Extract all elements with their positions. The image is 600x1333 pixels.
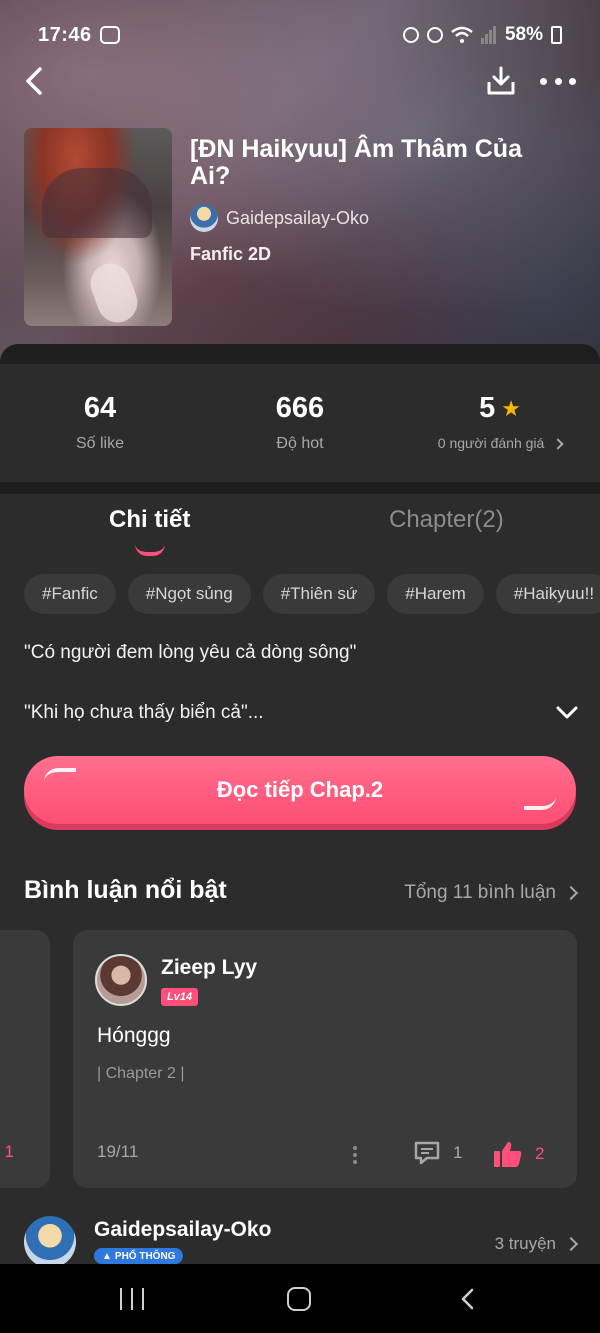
story-author[interactable]: Gaidepsailay-Oko xyxy=(190,204,369,232)
comments-title: Bình luận nổi bật xyxy=(24,876,227,904)
stat-likes: 64 Số like xyxy=(0,364,200,482)
back-icon[interactable] xyxy=(20,64,50,98)
stats-row: 64 Số like 666 Độ hot 5 ★ 0 người đánh g… xyxy=(0,364,600,482)
like-count: 1 xyxy=(4,1142,14,1161)
button-shine xyxy=(44,768,76,782)
home-icon[interactable] xyxy=(287,1287,311,1311)
tag-chip[interactable]: #Harem xyxy=(387,574,484,614)
download-icon[interactable] xyxy=(484,64,518,98)
system-nav-bar xyxy=(0,1264,600,1333)
thumbs-up-icon xyxy=(494,1142,522,1167)
tag-chip[interactable]: #Ngọt sủng xyxy=(127,574,251,614)
comment-text: Hónggg xyxy=(97,1024,171,1047)
notification-icon xyxy=(99,26,120,44)
stat-value: 5 xyxy=(479,392,496,424)
continue-reading-button[interactable]: Đọc tiếp Chap.2 xyxy=(24,756,576,824)
details-panel: Chi tiết Chapter(2) #Fanfic #Ngọt sủng #… xyxy=(0,494,600,1284)
wifi-icon xyxy=(451,26,473,43)
story-cover xyxy=(24,128,172,326)
tag-chip[interactable]: #Haikyuu!! xyxy=(495,574,600,614)
comment-card-previous[interactable]: 1 xyxy=(0,930,50,1188)
author-stories-link[interactable]: 3 truyện xyxy=(494,1234,579,1254)
sync-icon xyxy=(402,27,419,43)
status-time: 17:46 xyxy=(38,23,92,46)
author-name: Gaidepsailay-Oko xyxy=(226,207,370,228)
button-shine xyxy=(524,796,556,810)
alarm-icon xyxy=(426,27,443,43)
battery-percent: 58% xyxy=(504,24,543,45)
like-count: 2 xyxy=(535,1144,545,1163)
tag-chip[interactable]: #Thiên sứ xyxy=(262,574,376,614)
author-row-name: Gaidepsailay-Oko xyxy=(94,1218,272,1241)
comment-date: 19/11 xyxy=(97,1142,139,1161)
description-line: "Khi họ chưa thấy biển cả"... xyxy=(24,702,264,723)
avatar[interactable] xyxy=(95,954,147,1006)
reply-count: 1 xyxy=(453,1143,463,1162)
rating-value-row: 5 ★ xyxy=(400,392,600,425)
description-line: "Có người đem lòng yêu cả dòng sông" xyxy=(24,642,357,663)
badge-label: PHỔ THÔNG xyxy=(114,1250,176,1262)
comment-chapter: | Chapter 2 | xyxy=(97,1065,185,1082)
continue-reading-label: Đọc tiếp Chap.2 xyxy=(216,777,384,802)
signal-icon xyxy=(480,26,496,44)
star-icon: ★ xyxy=(501,395,521,421)
tab-indicator xyxy=(135,544,165,556)
stat-value: 666 xyxy=(275,392,325,424)
stat-rating[interactable]: 5 ★ 0 người đánh giá xyxy=(400,364,600,482)
chevron-down-icon[interactable] xyxy=(556,706,578,720)
tab-bar: Chi tiết Chapter(2) xyxy=(0,506,600,560)
author-stories-count: 3 truyện xyxy=(494,1234,556,1253)
more-options-icon[interactable] xyxy=(540,64,576,98)
like-button[interactable]: 2 xyxy=(493,1140,544,1168)
stat-label: Độ hot xyxy=(276,435,324,452)
comments-total: Tổng 11 bình luận xyxy=(404,882,556,903)
reply-button[interactable]: 1 xyxy=(413,1140,462,1166)
stat-value: 64 xyxy=(83,392,117,424)
story-title: [ĐN Haikyuu] Âm Thâm Của Ai? xyxy=(190,135,522,190)
recent-apps-icon[interactable] xyxy=(120,1288,144,1310)
tab-chapters[interactable]: Chapter(2) xyxy=(389,506,504,534)
stat-hot: 666 Độ hot xyxy=(200,364,400,482)
badge-icon: ▲ xyxy=(102,1250,112,1262)
content-sheet: 64 Số like 666 Độ hot 5 ★ 0 người đánh g… xyxy=(0,344,600,1284)
tag-list: #Fanfic #Ngọt sủng #Thiên sứ #Harem #Hai… xyxy=(24,574,600,614)
status-bar: 17:46 58% xyxy=(38,22,562,48)
chevron-right-icon xyxy=(563,1236,579,1252)
tab-details[interactable]: Chi tiết xyxy=(109,506,190,534)
comment-icon xyxy=(414,1141,440,1165)
comment-card[interactable]: Zieep Lyy Lv14 Hónggg | Chapter 2 | 19/1… xyxy=(73,930,577,1188)
all-comments-link[interactable]: Tổng 11 bình luận xyxy=(404,882,579,904)
tag-chip[interactable]: #Fanfic xyxy=(24,574,116,614)
stat-label: Số like xyxy=(75,435,125,452)
story-genre: Fanfic 2D xyxy=(190,244,272,264)
stat-label: 0 người đánh giá xyxy=(437,435,545,451)
comment-user[interactable]: Zieep Lyy xyxy=(161,956,257,980)
member-badge: ▲ PHỔ THÔNG xyxy=(94,1248,184,1264)
system-back-icon[interactable] xyxy=(460,1288,474,1310)
author-avatar xyxy=(190,204,218,232)
chevron-right-icon xyxy=(552,438,564,450)
avatar[interactable] xyxy=(24,1216,76,1268)
chevron-right-icon xyxy=(563,885,579,901)
rating-label-row: 0 người đánh giá xyxy=(400,435,600,451)
battery-icon xyxy=(551,26,562,44)
more-vertical-icon[interactable] xyxy=(353,1146,357,1164)
top-nav xyxy=(0,62,600,102)
level-badge: Lv14 xyxy=(161,988,199,1006)
status-indicators: 58% xyxy=(402,24,562,46)
